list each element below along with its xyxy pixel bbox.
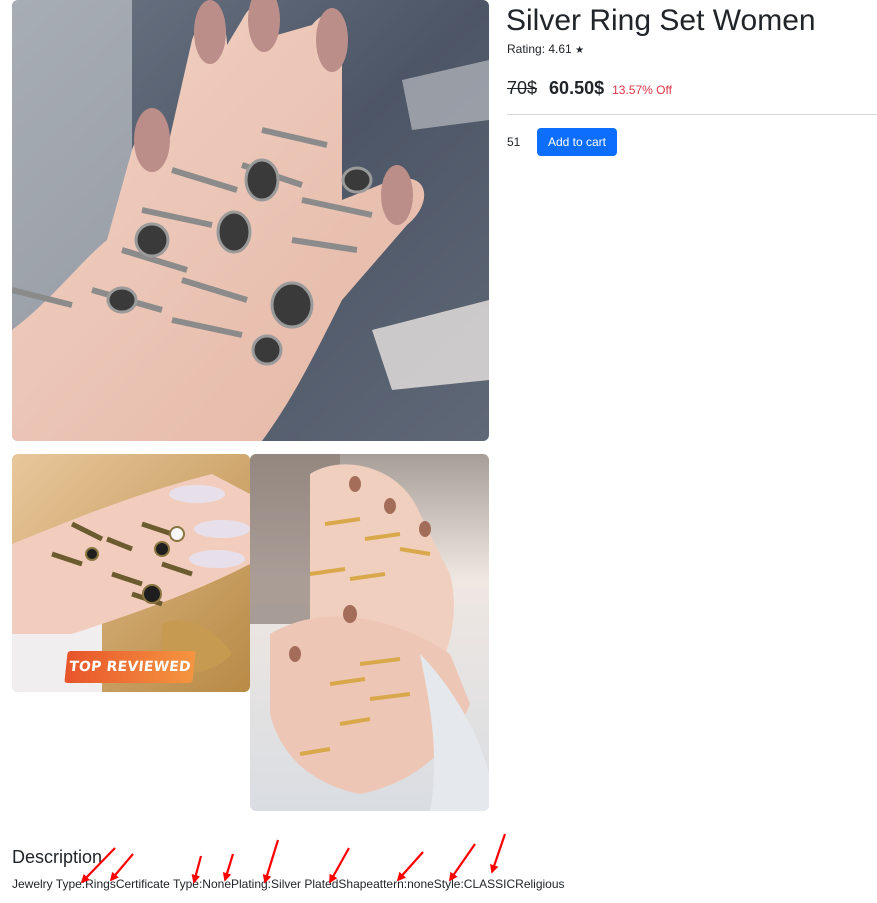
stock-count: 51 — [507, 135, 521, 149]
product-title: Silver Ring Set Women — [506, 4, 816, 37]
product-image-main[interactable] — [12, 0, 489, 441]
product-page: TOP REVIEWED Silver Ring Set Women Ratin… — [0, 0, 877, 903]
add-to-cart-button[interactable]: Add to cart — [537, 128, 617, 156]
divider — [507, 114, 877, 115]
description-heading: Description — [12, 847, 103, 867]
product-rating: Rating: 4.61 ★ — [507, 42, 584, 56]
red-arrow-icon — [396, 851, 424, 882]
product-image-hands[interactable] — [250, 454, 489, 811]
discount-label: 13.57% Off — [612, 83, 672, 97]
old-price: 70$ — [507, 78, 538, 98]
red-arrow-icon — [448, 843, 476, 882]
rating-label: Rating: 4.61 — [507, 42, 572, 56]
red-arrow-icon — [490, 833, 507, 874]
top-reviewed-badge: TOP REVIEWED — [64, 651, 196, 683]
new-price: 60.50$ — [549, 78, 605, 98]
price-row: 70$ 60.50$ 13.57% Off — [507, 78, 672, 99]
red-arrow-icon — [262, 839, 280, 884]
description-text: Jewelry Type:RingsCertificate Type:NoneP… — [12, 877, 565, 891]
star-icon: ★ — [575, 45, 585, 56]
